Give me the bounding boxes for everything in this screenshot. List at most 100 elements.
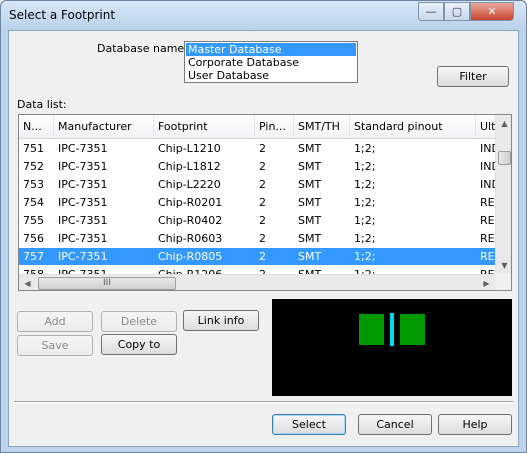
table-row[interactable]: 757 IPC-7351 Chip-R0805 2 SMT 1;2; RES [19,248,495,266]
table-cell: Chip-R1206 [154,266,255,274]
footprint-preview [272,299,512,396]
table-cell: IPC-7351 [58,178,108,191]
table-cell: 2 [259,178,266,191]
scroll-right-icon[interactable]: ▶ [478,275,495,290]
dialog-body: Database name: Master Database Corporate … [8,30,519,447]
table-cell: 757 [23,250,44,263]
vertical-scroll-thumb[interactable] [498,151,511,165]
column-header[interactable]: Manufacturer [54,115,154,139]
copy-to-button[interactable]: Copy to [101,334,177,355]
table-cell: 758 [19,266,54,274]
table-cell: SMT [298,142,322,155]
database-listbox[interactable]: Master Database Corporate Database User Da… [184,41,358,83]
table-cell: 752 [23,160,44,173]
minimize-button[interactable]: — [418,2,444,21]
table-cell: Chip-L2220 [158,178,221,191]
table-cell: SMT [298,232,322,245]
horizontal-scroll-thumb[interactable]: III [38,277,176,290]
table-cell: 1;2; [350,266,476,274]
table-cell: IPC-7351 [58,142,108,155]
table-cell: 2 [259,142,266,155]
table-cell: Chip-R0805 [158,250,223,263]
footprint-table: N... Manufacturer Footprint Pin... SMT/TH Sta… [18,114,512,291]
table-cell: IND [480,160,495,173]
table-cell: SMT [298,214,322,227]
table-cell: IND [480,178,495,191]
table-cell: Chip-R0402 [158,214,223,227]
table-cell: IPC-7351 [58,196,108,209]
table-cell: 2 [255,266,294,274]
scroll-up-icon[interactable]: ▲ [496,115,511,132]
table-row[interactable]: 755 IPC-7351 Chip-R0402 2 SMT 1;2; RES [19,212,495,230]
table-cell: IND [480,142,495,155]
horizontal-scrollbar[interactable]: ◀ III ▶ [19,274,495,290]
table-cell: SMT [294,266,350,274]
table-cell: 756 [23,232,44,245]
table-cell: SMT [298,196,322,209]
table-cell: 2 [259,250,266,263]
separator [14,401,513,403]
table-cell: IPC-7351 [58,232,108,245]
database-option[interactable]: User Database [186,69,356,82]
close-button[interactable]: ✕ [470,2,514,21]
link-info-button[interactable]: Link info [183,310,259,331]
table-cell: Chip-R0603 [158,232,223,245]
add-button[interactable]: Add [17,311,93,332]
select-button[interactable]: Select [272,414,346,435]
table-header: N... Manufacturer Footprint Pin... SMT/TH Sta… [19,115,506,139]
table-cell: RES [480,214,495,227]
help-button[interactable]: Help [438,414,512,435]
table-cell: 1;2; [354,160,376,173]
table-cell: 1;2; [354,250,376,263]
table-cell: SMT [298,178,322,191]
pad-1 [359,314,384,345]
table-row[interactable]: 751 IPC-7351 Chip-L1210 2 SMT 1;2; IND [19,140,495,158]
column-header[interactable]: SMT/TH [294,115,350,139]
table-cell: Chip-L1812 [158,160,221,173]
table-cell: RES [480,196,495,209]
database-option[interactable]: Corporate Database [186,56,356,69]
table-cell: Chip-L1210 [158,142,221,155]
table-cell: 2 [259,196,266,209]
column-header[interactable]: N... [19,115,54,139]
save-button[interactable]: Save [17,335,93,356]
scroll-down-icon[interactable]: ▼ [496,257,511,274]
delete-button[interactable]: Delete [101,311,177,332]
title-bar[interactable]: Select a Footprint — ▢ ✕ [1,1,526,29]
table-row[interactable]: 756 IPC-7351 Chip-R0603 2 SMT 1;2; RES [19,230,495,248]
table-row[interactable]: 753 IPC-7351 Chip-L2220 2 SMT 1;2; IND [19,176,495,194]
table-cell: 1;2; [354,196,376,209]
table-cell: 1;2; [354,178,376,191]
table-cell: 1;2; [354,232,376,245]
table-cell: IPC-7351 [58,160,108,173]
table-cell: 754 [23,196,44,209]
filter-button[interactable]: Filter [437,66,509,87]
database-name-label: Database name: [97,42,188,55]
table-cell: 753 [23,178,44,191]
select-footprint-dialog: Select a Footprint — ▢ ✕ Database name: … [0,0,527,453]
table-row[interactable]: 758IPC-7351Chip-R12062SMT1;2;RES [19,266,495,274]
scroll-corner [495,274,511,290]
table-cell: IPC-7351 [54,266,154,274]
table-cell: RES [480,232,495,245]
table-cell: 2 [259,214,266,227]
table-row[interactable]: 754 IPC-7351 Chip-R0201 2 SMT 1;2; RES [19,194,495,212]
table-cell: 1;2; [354,142,376,155]
column-header[interactable]: Standard pinout [350,115,476,139]
data-list-label: Data list: [17,98,67,111]
table-cell: 2 [259,232,266,245]
scroll-left-icon[interactable]: ◀ [19,275,36,290]
column-header[interactable]: Pin... [255,115,294,139]
cancel-button[interactable]: Cancel [358,414,432,435]
column-header[interactable]: Footprint [154,115,255,139]
table-cell: 751 [23,142,44,155]
window-title: Select a Footprint [9,8,116,22]
maximize-button[interactable]: ▢ [444,2,470,21]
table-row[interactable]: 752 IPC-7351 Chip-L1812 2 SMT 1;2; IND [19,158,495,176]
pad-2 [400,314,425,345]
table-cell: 2 [259,160,266,173]
database-option[interactable]: Master Database [186,43,356,56]
table-cell: 755 [23,214,44,227]
pin-marker [390,313,394,346]
vertical-scrollbar[interactable]: ▲ ▼ [495,115,511,274]
